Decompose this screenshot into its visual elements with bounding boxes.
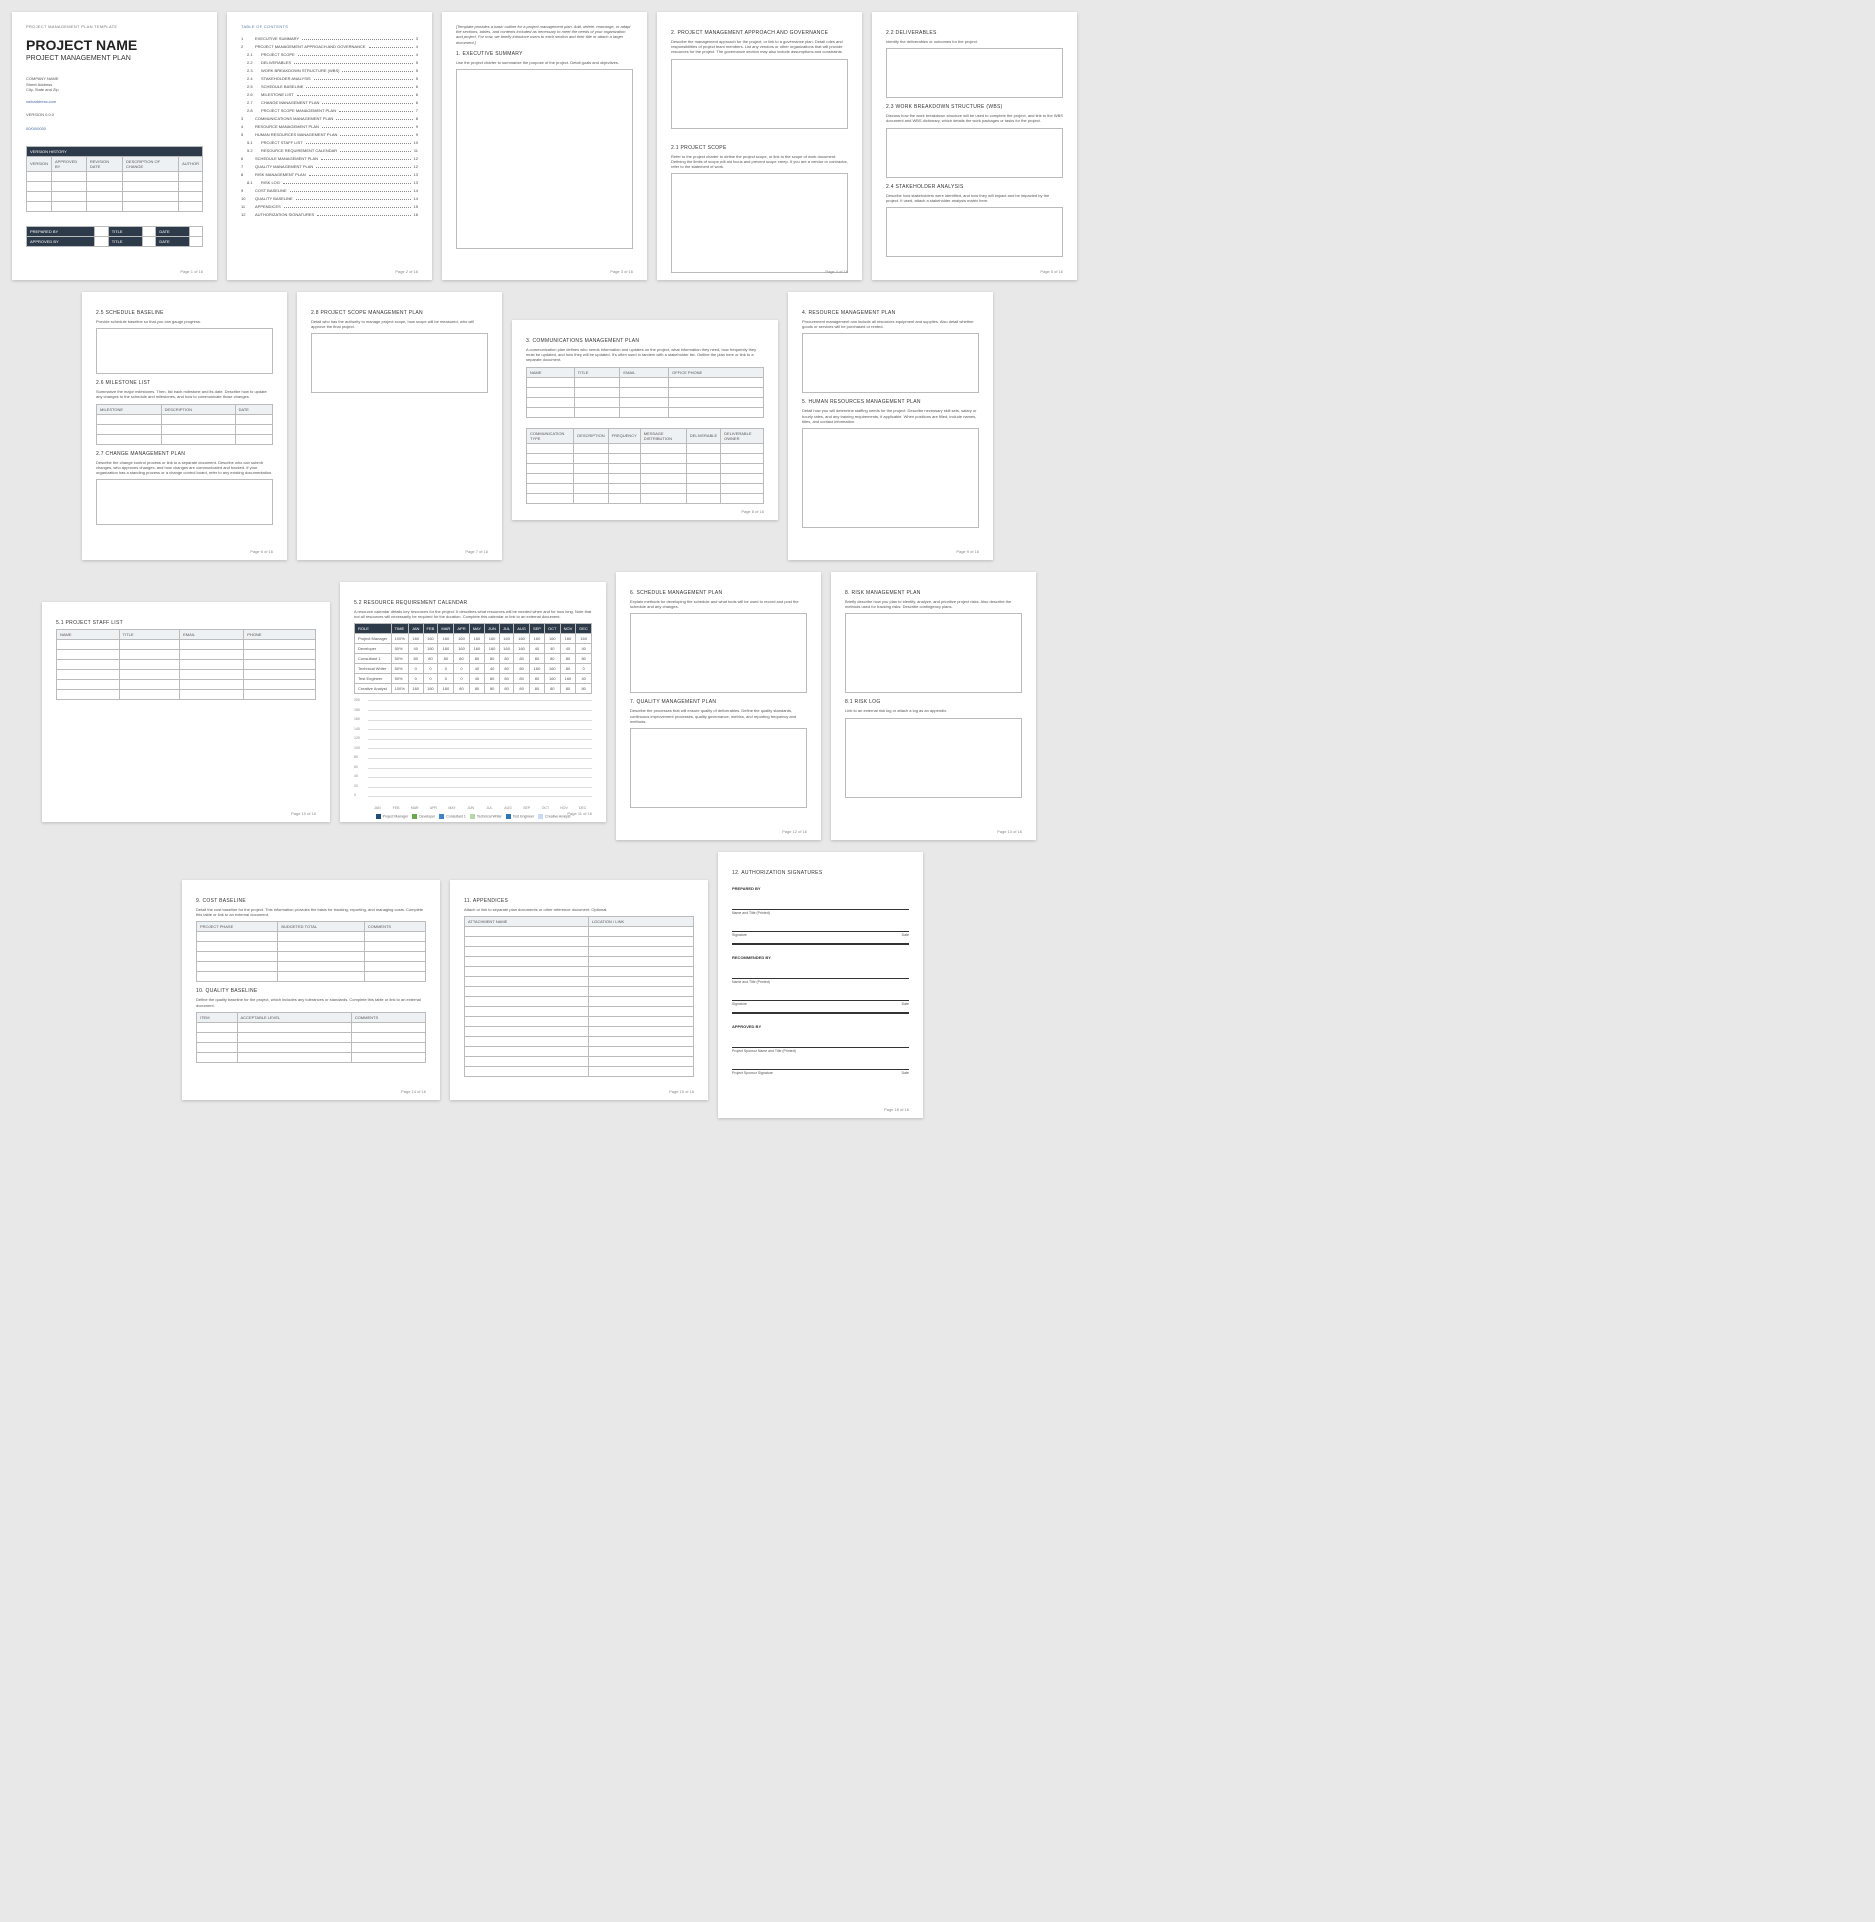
cost-baseline-table: PROJECT PHASEBUDGETED TOTALCOMMENTS <box>196 921 426 982</box>
signoff-table: PREPARED BYTITLEDATE APPROVED BYTITLEDAT… <box>26 226 203 247</box>
appendix-table: ATTACHMENT NAMELOCATION / LINK <box>464 916 694 1077</box>
page-5: 2.2 DELIVERABLES Identify the deliverabl… <box>872 12 1077 280</box>
project-title: PROJECT NAME <box>26 37 203 53</box>
milestone-table: MILESTONEDESCRIPTIONDATE <box>96 404 273 445</box>
page-13: 8. RISK MANAGEMENT PLAN Briefly describe… <box>831 572 1036 840</box>
comms-table: COMMUNICATION TYPEDESCRIPTIONFREQUENCYME… <box>526 428 764 504</box>
page-16: 12. AUTHORIZATION SIGNATURES PREPARED BY… <box>718 852 923 1118</box>
staff-table: NAMETITLEEMAILPHONE <box>56 629 316 700</box>
chart-legend: Project ManagerDeveloperConsultant 1Tech… <box>354 814 592 819</box>
page-7: 2.8 PROJECT SCOPE MANAGEMENT PLAN Detail… <box>297 292 502 560</box>
page-10: 5.1 PROJECT STAFF LIST NAMETITLEEMAILPHO… <box>42 602 330 822</box>
contacts-table: NAMETITLEEMAILOFFICE PHONE <box>526 367 764 418</box>
page-14: 9. COST BASELINE Detail the cost baselin… <box>182 880 440 1100</box>
page-6: 2.5 SCHEDULE BASELINE Provide schedule b… <box>82 292 287 560</box>
resource-calendar-table: ROLETIMEJANFEBMARAPRMAYJUNJULAUGSEPOCTNO… <box>354 623 592 694</box>
template-label: PROJECT MANAGEMENT PLAN TEMPLATE <box>26 24 203 29</box>
company-block: COMPANY NAME Street Address City, State … <box>26 76 203 132</box>
page-1: PROJECT MANAGEMENT PLAN TEMPLATE PROJECT… <box>12 12 217 280</box>
resource-bar-chart: 020406080100120140160180200JANFEBMARAPRM… <box>354 700 592 810</box>
version-history-table: VERSION HISTORY VERSION APPROVED BY REVI… <box>26 146 203 212</box>
page-4: 2. PROJECT MANAGEMENT APPROACH AND GOVER… <box>657 12 862 280</box>
page-11: 5.2 RESOURCE REQUIREMENT CALENDAR A reso… <box>340 582 606 822</box>
page-8: 3. COMMUNICATIONS MANAGEMENT PLAN A comm… <box>512 320 778 520</box>
canvas: PROJECT MANAGEMENT PLAN TEMPLATE PROJECT… <box>0 0 1300 1142</box>
page-15: 11. APPENDICES Attach or link to separat… <box>450 880 708 1100</box>
page-3: [Template provides a basic outline for a… <box>442 12 647 280</box>
toc-list: 1EXECUTIVE SUMMARY32PROJECT MANAGEMENT A… <box>241 35 418 217</box>
page-2: TABLE OF CONTENTS 1EXECUTIVE SUMMARY32PR… <box>227 12 432 280</box>
toc-title: TABLE OF CONTENTS <box>241 24 418 29</box>
page-12: 6. SCHEDULE MANAGEMENT PLAN Explain meth… <box>616 572 821 840</box>
exec-summary-box[interactable] <box>456 69 633 249</box>
page-9: 4. RESOURCE MANAGEMENT PLAN Procurement … <box>788 292 993 560</box>
project-subtitle: PROJECT MANAGEMENT PLAN <box>26 55 203 62</box>
page-footer: Page 1 of 16 <box>180 269 203 274</box>
quality-baseline-table: ITEMACCEPTABLE LEVELCOMMENTS <box>196 1012 426 1063</box>
